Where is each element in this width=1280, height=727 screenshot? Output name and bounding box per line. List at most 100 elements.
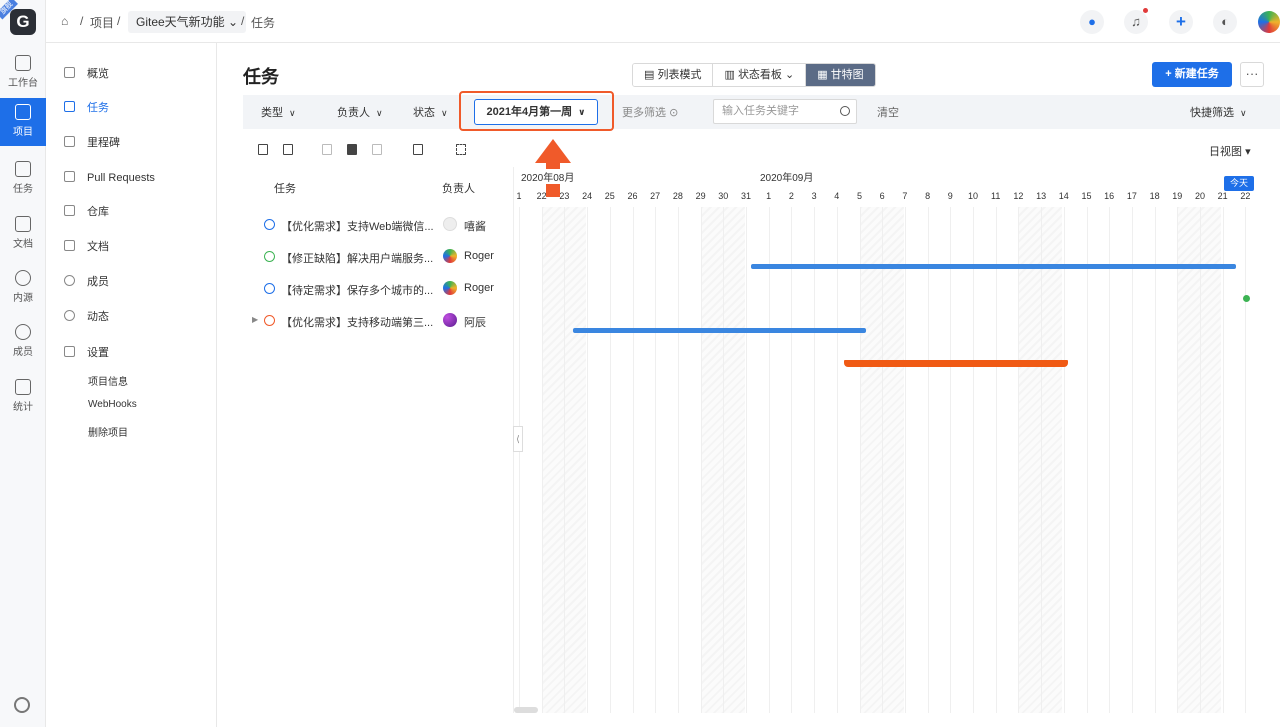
- filter-label: 负责人: [337, 107, 370, 119]
- view-gantt-button[interactable]: ▦ 甘特图: [806, 64, 875, 86]
- month-label: 2020年09月: [760, 169, 814, 184]
- filter-status[interactable]: 状态 ∨: [413, 104, 448, 120]
- task-row[interactable]: 【待定需求】保存多个城市的... Roger: [243, 272, 513, 304]
- subnav-docs[interactable]: 文档: [64, 237, 109, 257]
- search-placeholder: 输入任务关键字: [722, 105, 799, 117]
- column-task: 任务: [274, 183, 296, 195]
- doc-icon: [15, 216, 31, 232]
- day-gridline: [587, 207, 589, 713]
- logo-letter: G: [16, 12, 30, 31]
- task-search-input[interactable]: 输入任务关键字: [713, 99, 857, 124]
- view-list-button[interactable]: ▤ 列表模式: [633, 64, 714, 86]
- collapse-panel-handle[interactable]: ⟨: [513, 426, 523, 452]
- subnav-overview[interactable]: 概览: [64, 64, 109, 84]
- day-gridline: [973, 207, 974, 713]
- quick-filter[interactable]: 快捷筛选 ∨: [1190, 104, 1247, 120]
- task-row[interactable]: ▶ 【优化需求】支持移动端第三... 阿辰: [243, 304, 513, 336]
- gantt-timeline[interactable]: 2020年08月 2020年09月 今天 1 22 23 24 25 26 27 28 29 30…: [513, 167, 1263, 713]
- rail-item-innersource[interactable]: 内源: [0, 264, 46, 312]
- more-options-button[interactable]: ···: [1240, 62, 1264, 87]
- day-label: 1: [766, 191, 772, 201]
- rail-label: 任务: [13, 184, 33, 195]
- members-icon: [64, 275, 75, 286]
- gear-icon[interactable]: [14, 697, 30, 713]
- subnav-members[interactable]: 成员: [64, 272, 109, 292]
- collapse-all-icon[interactable]: [283, 144, 293, 155]
- expand-all-icon[interactable]: [258, 144, 268, 155]
- chevron-down-icon: ∨: [1240, 108, 1247, 118]
- left-panel-icon[interactable]: [322, 144, 332, 155]
- settings-webhooks[interactable]: WebHooks: [88, 399, 137, 410]
- day-label: 15: [1081, 191, 1092, 201]
- day-label: 10: [967, 191, 978, 201]
- gitee-logo[interactable]: G: [10, 9, 36, 35]
- task-name[interactable]: 【待定需求】保存多个城市的...: [281, 282, 433, 298]
- activity-icon: [64, 310, 75, 321]
- repo-selector[interactable]: Gitee天气新功能 ⌄: [128, 11, 247, 33]
- more-filters[interactable]: 更多筛选 ⊙: [622, 104, 678, 120]
- rail-item-project[interactable]: 项目: [0, 98, 46, 146]
- subnav-settings[interactable]: 设置: [64, 343, 109, 363]
- subnav-label: 动态: [87, 311, 109, 323]
- split-panel-icon[interactable]: [347, 144, 357, 155]
- day-gridline: [1041, 207, 1043, 713]
- day-label: 8: [925, 191, 931, 201]
- day-gridline: [1177, 207, 1179, 713]
- month-label: 2020年08月: [521, 169, 575, 184]
- view-board-button[interactable]: ▥ 状态看板 ⌄: [713, 64, 807, 86]
- day-label: 9: [947, 191, 953, 201]
- subnav-activity[interactable]: 动态: [64, 307, 109, 327]
- filter-assignee[interactable]: 负责人 ∨: [337, 104, 383, 120]
- rail-item-task[interactable]: 任务: [0, 155, 46, 203]
- gantt-bar[interactable]: [750, 264, 1237, 269]
- task-name[interactable]: 【优化需求】支持Web端微信...: [281, 218, 434, 234]
- subnav-repos[interactable]: 仓库: [64, 202, 109, 222]
- chart-icon: [64, 67, 75, 78]
- palette-icon[interactable]: ◐: [1213, 10, 1237, 34]
- subnav-tasks[interactable]: 任务: [64, 98, 109, 118]
- task-row[interactable]: 【优化需求】支持Web端微信... 嘻酱: [243, 208, 513, 240]
- rail-item-doc[interactable]: 文档: [0, 210, 46, 258]
- subnav-milestones[interactable]: 里程碑: [64, 133, 120, 153]
- gantt-milestone-dot[interactable]: [1243, 295, 1250, 302]
- plus-icon[interactable]: +: [1169, 10, 1193, 34]
- clear-filters-button[interactable]: 清空: [877, 104, 899, 120]
- notification-dot: [1143, 8, 1148, 13]
- bell-icon[interactable]: ♫: [1124, 10, 1148, 34]
- rail-item-stats[interactable]: 统计: [0, 373, 46, 421]
- right-panel-icon[interactable]: [372, 144, 382, 155]
- fullscreen-icon[interactable]: [456, 144, 466, 155]
- day-label: 24: [582, 191, 593, 201]
- day-label: 25: [604, 191, 615, 201]
- day-label: 26: [627, 191, 638, 201]
- column-assignee: 负责人: [442, 183, 475, 195]
- fire-icon[interactable]: ●: [1080, 10, 1104, 34]
- subnav-pull-requests[interactable]: Pull Requests: [64, 168, 155, 188]
- rail-label: 成员: [13, 347, 33, 358]
- user-avatar[interactable]: [1258, 11, 1280, 33]
- status-pending-icon: [264, 315, 275, 326]
- day-gridline: [655, 207, 657, 713]
- rail-item-workbench[interactable]: 工作台: [0, 49, 46, 97]
- new-task-button[interactable]: + 新建任务: [1152, 62, 1232, 87]
- task-name[interactable]: 【修正缺陷】解决用户端服务...: [281, 250, 433, 266]
- gantt-bar[interactable]: [843, 360, 1069, 367]
- task-assignee: 嘻酱: [464, 221, 486, 233]
- settings-delete-project[interactable]: 删除项目: [88, 424, 128, 439]
- day-gridline: [1086, 207, 1088, 713]
- day-view-selector[interactable]: 日视图 ▾: [1209, 143, 1251, 159]
- day-gridline: [519, 207, 520, 713]
- day-gridline: [700, 207, 702, 713]
- task-row[interactable]: 【修正缺陷】解决用户端服务... Roger: [243, 240, 513, 272]
- filter-type[interactable]: 类型 ∨: [261, 104, 296, 120]
- highlight-box: [459, 91, 614, 131]
- home-icon[interactable]: ⌂: [61, 14, 68, 28]
- horizontal-scrollbar[interactable]: [514, 707, 538, 713]
- gantt-bar[interactable]: [573, 328, 867, 333]
- calendar-icon[interactable]: [413, 144, 423, 155]
- settings-project-info[interactable]: 项目信息: [88, 373, 128, 388]
- rail-item-members[interactable]: 成员: [0, 318, 46, 366]
- breadcrumb-project[interactable]: 项目: [90, 14, 114, 31]
- task-name[interactable]: 【优化需求】支持移动端第三...: [281, 314, 433, 330]
- expand-row-icon[interactable]: ▶: [252, 315, 258, 324]
